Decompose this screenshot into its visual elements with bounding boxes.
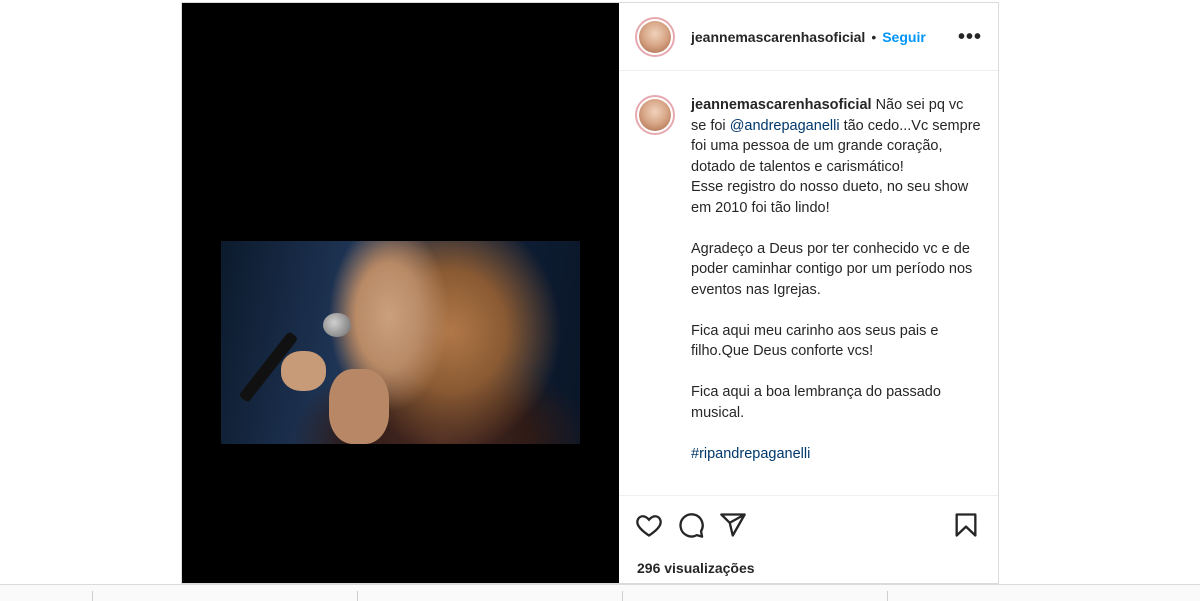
heart-icon[interactable] xyxy=(635,511,663,539)
microphone-head xyxy=(323,313,351,337)
caption-hashtag-link[interactable]: #ripandrepaganelli xyxy=(691,446,810,462)
instagram-post: jeannemascarenhasoficial • Seguir ••• je… xyxy=(181,2,999,584)
views-count: 296 visualizações xyxy=(637,560,755,576)
bottom-strip xyxy=(0,584,1200,601)
more-options-icon[interactable]: ••• xyxy=(958,27,982,47)
singer-hand xyxy=(281,351,326,391)
post-header: jeannemascarenhasoficial • Seguir ••• xyxy=(619,3,998,71)
action-bar: 296 visualizações xyxy=(619,495,998,583)
separator-dot: • xyxy=(871,28,877,45)
comment-icon[interactable] xyxy=(677,511,705,539)
caption-area: jeannemascarenhasoficial Não sei pq vc s… xyxy=(619,71,998,495)
paper-plane-icon[interactable] xyxy=(719,511,747,539)
caption-username[interactable]: jeannemascarenhasoficial xyxy=(691,97,872,113)
caption-part-2: tão cedo...Vc sempre foi uma pessoa de u… xyxy=(691,117,981,421)
header-username[interactable]: jeannemascarenhasoficial xyxy=(691,29,865,45)
caption-avatar[interactable] xyxy=(635,95,675,135)
singer-gesture-hand xyxy=(329,369,389,444)
caption-text: jeannemascarenhasoficial Não sei pq vc s… xyxy=(691,95,981,495)
post-sidebar: jeannemascarenhasoficial • Seguir ••• je… xyxy=(619,3,998,583)
bookmark-icon[interactable] xyxy=(952,511,980,539)
video-frame[interactable] xyxy=(221,241,580,444)
video-area[interactable] xyxy=(182,3,619,583)
follow-button[interactable]: Seguir xyxy=(882,29,926,45)
caption-avatar-image xyxy=(639,99,671,131)
avatar-image xyxy=(639,20,671,53)
avatar[interactable] xyxy=(635,16,675,57)
caption-mention-link[interactable]: @andrepaganelli xyxy=(730,118,840,134)
